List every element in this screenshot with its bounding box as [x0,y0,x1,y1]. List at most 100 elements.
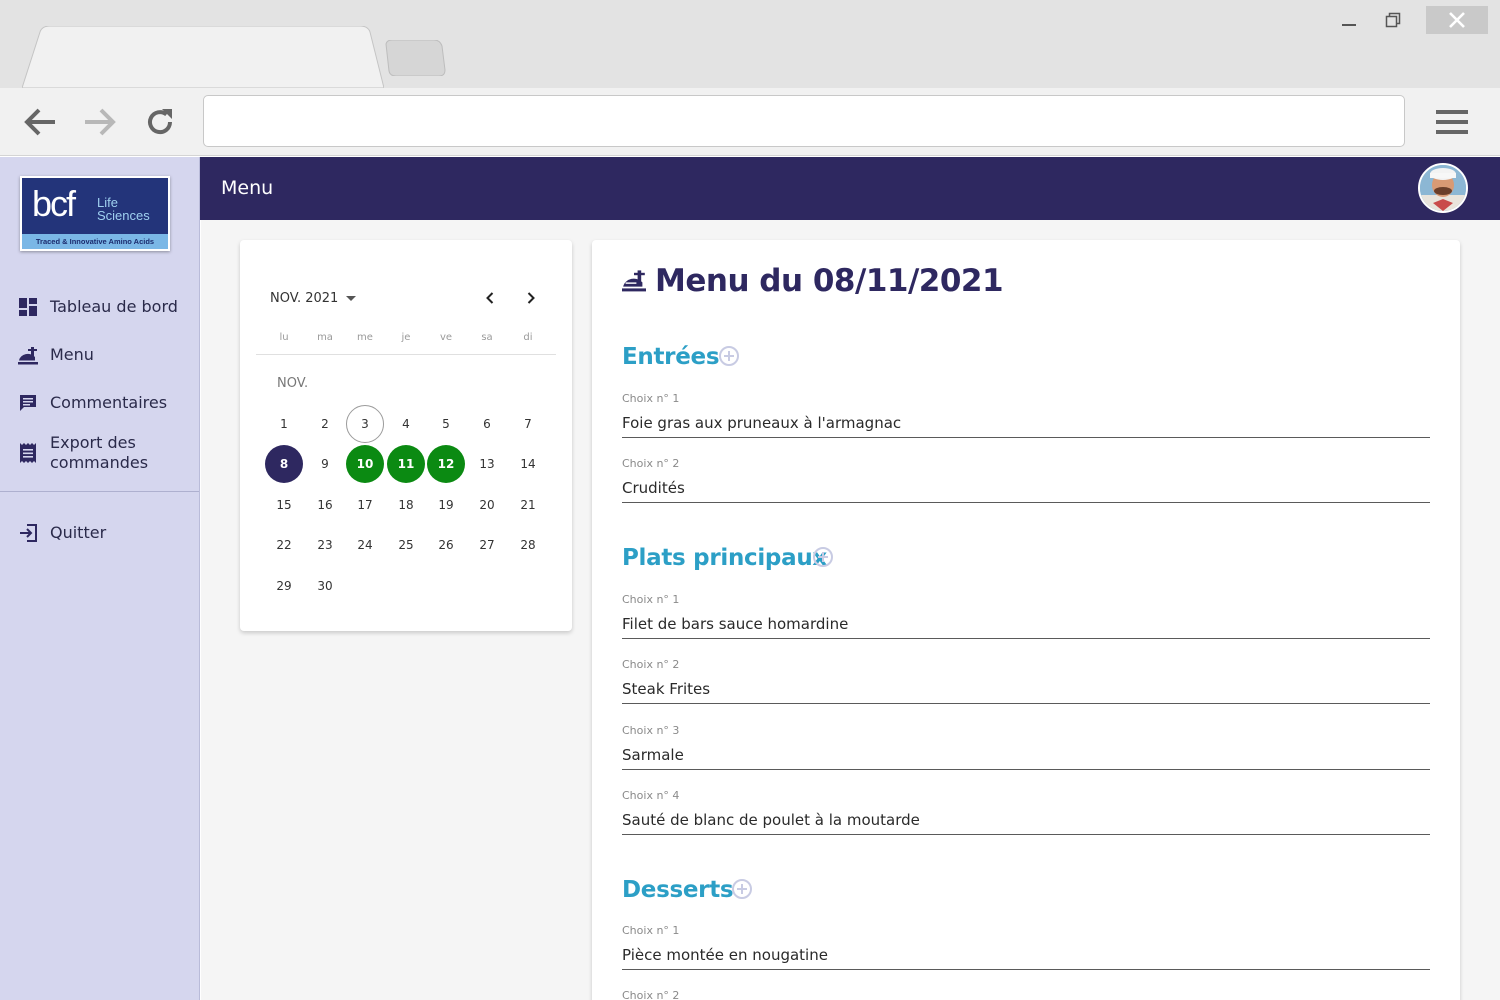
browser-menu-icon[interactable] [1430,102,1474,142]
page-title: Menu [221,177,274,199]
avatar[interactable] [1418,163,1468,213]
back-arrow-icon[interactable] [20,102,60,142]
calendar-day-4[interactable]: 4 [387,405,425,443]
calendar-day-25[interactable]: 25 [387,526,425,564]
calendar-day-17[interactable]: 17 [346,486,384,524]
room-service-icon [622,268,646,292]
logo-tagline-line2: Sciences [97,208,150,223]
calendar-day-5[interactable]: 5 [427,405,465,443]
calendar-day-27[interactable]: 27 [468,526,506,564]
browser-tab-active[interactable] [22,26,384,90]
sidebar-item-label: Commentaires [50,393,168,412]
app-header: Menu [200,157,1500,220]
calendar-month-selector[interactable]: NOV. 2021 [270,288,357,308]
main-course-choice-3: Choix n° 3 [622,724,1430,782]
calendar-weekday-ma: ma [317,332,333,343]
field-label: Choix n° 1 [622,392,680,405]
calendar-day-29[interactable]: 29 [265,567,303,605]
logo-band: Traced & Innovative Amino Acids [22,234,168,249]
add-main-course-button[interactable] [813,547,833,567]
sidebar-item-dashboard[interactable]: Tableau de bord [0,295,199,319]
sidebar-item-label: Export des commandes [50,433,149,472]
window-minimize-button[interactable] [1332,6,1366,34]
calendar-day-2[interactable]: 2 [306,405,344,443]
calendar-day-12[interactable]: 12 [427,445,465,483]
calendar-day-7[interactable]: 7 [509,405,547,443]
calendar-day-21[interactable]: 21 [509,486,547,524]
calendar-day-9[interactable]: 9 [306,445,344,483]
menu-title: Menu du 08/11/2021 [655,263,1004,299]
chevron-left-icon [486,292,494,304]
sidebar-item-comments[interactable]: Commentaires [0,391,199,415]
calendar-day-18[interactable]: 18 [387,486,425,524]
caret-down-icon [346,295,357,301]
main-course-choice-2-input[interactable] [622,674,1430,704]
browser-new-tab-button[interactable] [384,40,446,76]
dessert-choice-1-input[interactable] [622,940,1430,970]
calendar-day-23[interactable]: 23 [306,526,344,564]
calendar-day-6[interactable]: 6 [468,405,506,443]
calendar-month-short: NOV. [277,376,309,391]
calendar-day-16[interactable]: 16 [306,486,344,524]
calendar-day-28[interactable]: 28 [509,526,547,564]
main-course-choice-1-input[interactable] [622,609,1430,639]
logo-brand: bcf [32,183,76,224]
logo-tagline: Life Sciences [97,196,150,222]
calendar-day-10[interactable]: 10 [346,445,384,483]
receipt-icon [18,443,38,463]
browser-toolbar [0,88,1500,156]
entree-choice-2-input[interactable] [622,473,1430,503]
add-entree-button[interactable] [719,346,739,366]
calendar-day-24[interactable]: 24 [346,526,384,564]
field-label: Choix n° 1 [622,593,680,606]
sidebar-divider [0,491,199,492]
sidebar-item-quit[interactable]: Quitter [0,521,199,545]
calendar-day-1[interactable]: 1 [265,405,303,443]
section-title-desserts: Desserts [622,877,734,903]
calendar-weekday-di: di [523,332,533,343]
window-restore-button[interactable] [1376,6,1410,34]
calendar-next-month-button[interactable] [519,286,543,310]
calendar-weekday-lu: lu [279,332,289,343]
company-logo: bcf Life Sciences Traced & Innovative Am… [20,176,170,251]
entree-choice-1: Choix n° 1 [622,392,1430,450]
calendar-weekday-sa: sa [481,332,493,343]
field-label: Choix n° 2 [622,658,680,671]
field-label: Choix n° 2 [622,457,680,470]
calendar-weekday-je: je [401,332,411,343]
entree-choice-1-input[interactable] [622,408,1430,438]
exit-icon [18,523,38,543]
section-title-entrees: Entrées [622,344,720,370]
calendar-divider [256,354,556,355]
field-label: Choix n° 1 [622,924,680,937]
chevron-right-icon [527,292,535,304]
calendar-day-3[interactable]: 3 [346,405,384,443]
dessert-choice-1: Choix n° 1 [622,924,1430,982]
calendar-day-11[interactable]: 11 [387,445,425,483]
dashboard-icon [18,297,38,317]
calendar-day-30[interactable]: 30 [306,567,344,605]
add-dessert-button[interactable] [732,879,752,899]
calendar-day-26[interactable]: 26 [427,526,465,564]
calendar-day-13[interactable]: 13 [468,445,506,483]
field-label: Choix n° 3 [622,724,680,737]
calendar-day-19[interactable]: 19 [427,486,465,524]
calendar-day-20[interactable]: 20 [468,486,506,524]
calendar-day-22[interactable]: 22 [265,526,303,564]
sidebar-item-export-orders[interactable]: Export des commandes [0,431,199,475]
section-title-main-courses: Plats principaux [622,545,827,571]
main-course-choice-4-input[interactable] [622,805,1430,835]
room-service-icon [18,345,38,365]
calendar-day-8[interactable]: 8 [265,445,303,483]
sidebar-item-menu[interactable]: Menu [0,343,199,367]
calendar-day-14[interactable]: 14 [509,445,547,483]
address-bar[interactable] [203,95,1405,147]
calendar-prev-month-button[interactable] [478,286,502,310]
window-close-button[interactable] [1426,6,1488,34]
main-course-choice-3-input[interactable] [622,740,1430,770]
main-course-choice-1: Choix n° 1 [622,593,1430,651]
calendar-day-15[interactable]: 15 [265,486,303,524]
comment-icon [18,393,38,413]
forward-arrow-icon[interactable] [80,102,120,142]
reload-icon[interactable] [140,102,180,142]
